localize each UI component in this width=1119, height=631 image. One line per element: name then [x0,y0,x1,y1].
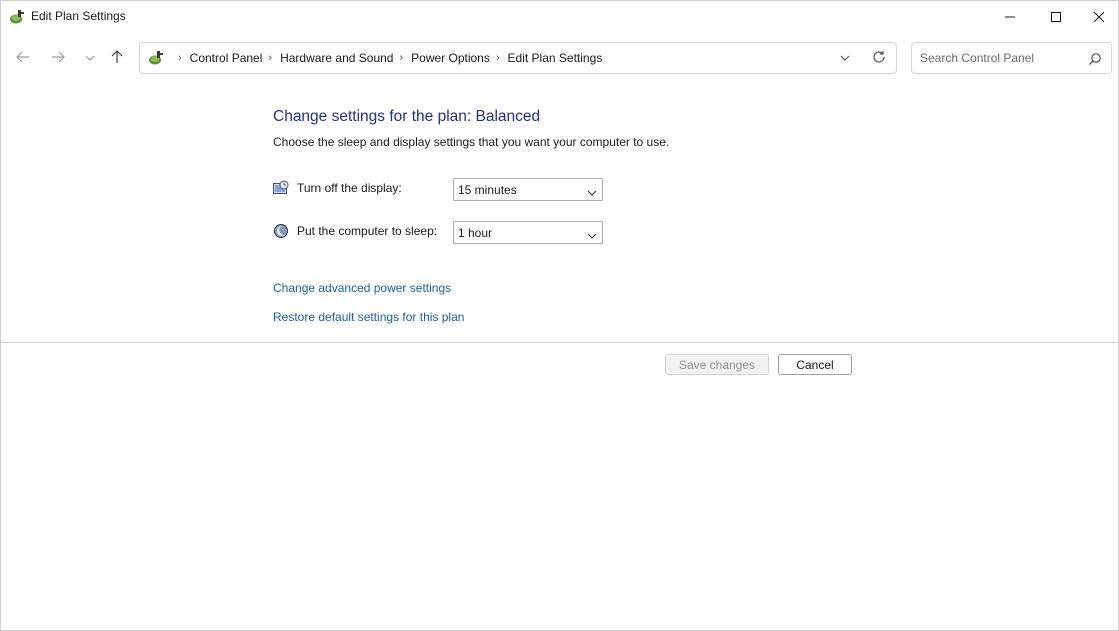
window-title: Edit Plan Settings [31,9,126,23]
recent-locations-button[interactable] [79,47,101,69]
breadcrumb-separator[interactable]: › [178,52,182,64]
back-button[interactable] [12,47,34,69]
sleep-timeout-setting: Put the computer to sleep: 1 hour [273,221,613,244]
title-bar: Edit Plan Settings [1,1,1118,33]
up-button[interactable] [106,47,128,69]
chevron-down-icon [587,186,597,196]
save-changes-button[interactable]: Save changes [665,354,769,375]
minimize-button[interactable] [987,1,1033,33]
breadcrumb: › Control Panel › Hardware and Sound › P… [172,43,602,73]
page-description: Choose the sleep and display settings th… [273,135,670,149]
navigation-bar: › Control Panel › Hardware and Sound › P… [1,33,1118,83]
search-input[interactable] [920,49,1080,67]
display-timeout-value: 15 minutes [458,183,517,197]
refresh-icon [872,50,886,67]
arrow-right-icon [51,50,65,67]
minimize-icon [1005,12,1015,22]
power-options-icon [9,9,25,25]
divider [1,342,1118,343]
breadcrumb-hardware-and-sound[interactable]: Hardware and Sound [280,51,393,65]
display-timeout-setting: Turn off the display: 15 minutes [273,178,613,201]
sleep-timeout-select[interactable]: 1 hour [453,221,603,244]
advanced-power-settings-link[interactable]: Change advanced power settings [273,281,451,295]
maximize-icon [1051,12,1061,22]
maximize-button[interactable] [1033,1,1079,33]
arrow-up-icon [110,49,124,67]
breadcrumb-edit-plan-settings[interactable]: Edit Plan Settings [508,51,603,65]
breadcrumb-separator[interactable]: › [268,52,272,64]
sleep-timeout-value: 1 hour [458,226,493,240]
address-history-button[interactable] [836,50,854,66]
breadcrumb-separator[interactable]: › [399,52,403,64]
chevron-down-icon [85,51,95,65]
breadcrumb-power-options[interactable]: Power Options [411,51,490,65]
forward-button[interactable] [47,47,69,69]
arrow-left-icon [16,50,30,67]
display-timeout-label: Turn off the display: [297,181,402,195]
address-bar[interactable]: › Control Panel › Hardware and Sound › P… [139,42,897,74]
restore-defaults-link[interactable]: Restore default settings for this plan [273,310,464,324]
sleep-timeout-label: Put the computer to sleep: [297,224,438,238]
breadcrumb-control-panel[interactable]: Control Panel [190,51,263,65]
refresh-button[interactable] [870,49,888,67]
chevron-down-icon [587,229,597,239]
close-button[interactable] [1079,1,1119,33]
display-timeout-select[interactable]: 15 minutes [453,178,603,201]
control-panel-icon [148,50,164,66]
close-icon [1094,12,1104,22]
sleep-moon-icon [273,223,289,239]
page-title: Change settings for the plan: Balanced [273,108,541,125]
search-box [911,42,1112,74]
window: Edit Plan Settings › Control Panel › Har… [0,0,1119,631]
chevron-down-icon [840,51,850,65]
cancel-button[interactable]: Cancel [778,354,852,375]
breadcrumb-separator[interactable]: › [496,52,500,64]
search-icon[interactable] [1088,52,1102,66]
display-timer-icon [273,180,289,196]
